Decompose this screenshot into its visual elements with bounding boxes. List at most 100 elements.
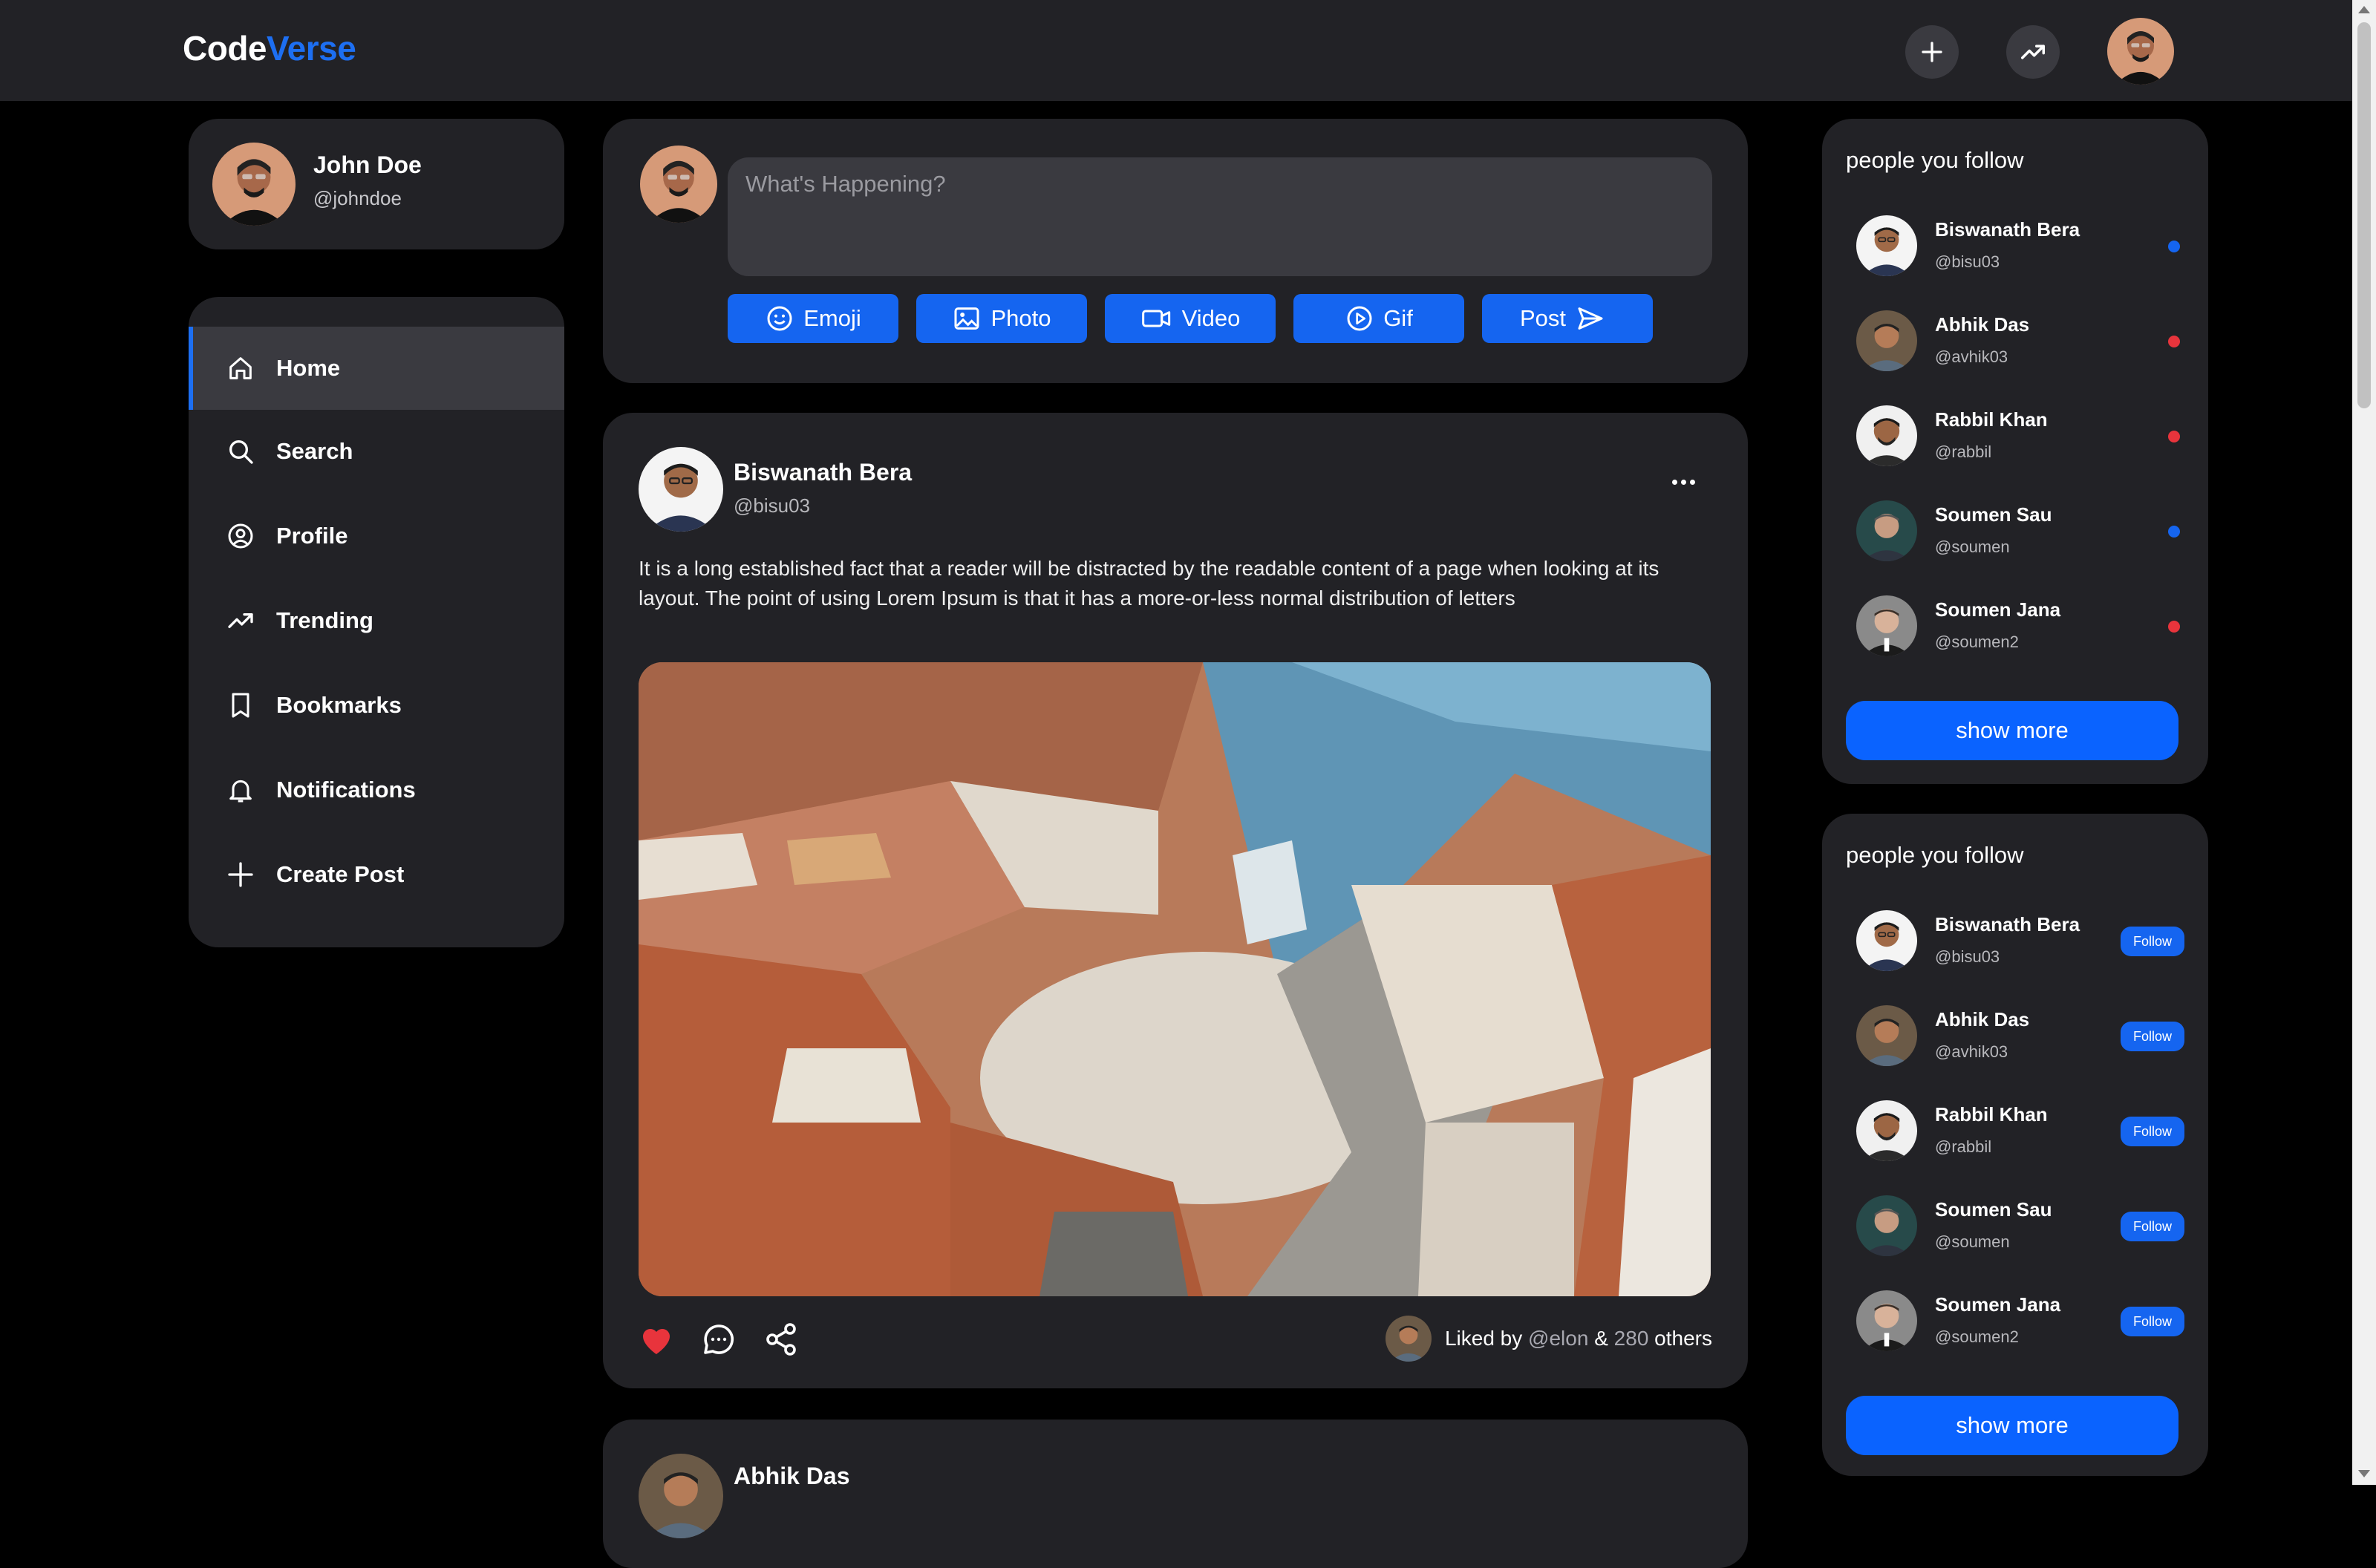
avatar bbox=[1856, 310, 1917, 371]
post-label: Post bbox=[1519, 305, 1567, 331]
post-card: Abhik Das bbox=[603, 1420, 1748, 1568]
person-name: Rabbil Khan bbox=[1935, 408, 2048, 431]
person-handle: @avhik03 bbox=[1935, 347, 2008, 366]
emoji-button[interactable]: Emoji bbox=[728, 294, 898, 343]
trending-button[interactable] bbox=[2006, 25, 2060, 79]
status-dot bbox=[2168, 241, 2180, 252]
list-item[interactable]: Soumen Sau @soumen Follow bbox=[1856, 1195, 2184, 1270]
photo-button[interactable]: Photo bbox=[916, 294, 1087, 343]
avatar bbox=[1856, 215, 1917, 276]
post-composer: Emoji Photo Video Gif Post bbox=[603, 119, 1748, 383]
emoji-icon bbox=[767, 306, 792, 331]
post-author[interactable]: Biswanath Bera bbox=[734, 459, 912, 486]
trending-icon bbox=[2021, 45, 2045, 59]
follow-button[interactable]: Follow bbox=[2121, 1212, 2184, 1241]
sidebar-item-notifications[interactable]: Notifications bbox=[189, 748, 564, 832]
list-item[interactable]: Soumen Sau @soumen bbox=[1856, 500, 2183, 575]
sidebar-item-label: Notifications bbox=[276, 777, 416, 803]
person-name: Soumen Jana bbox=[1935, 598, 2061, 621]
trending-icon bbox=[228, 613, 253, 628]
avatar bbox=[1856, 1005, 1917, 1066]
profile-card[interactable]: John Doe @johndoe bbox=[189, 119, 564, 249]
sidebar-item-profile[interactable]: Profile bbox=[189, 494, 564, 578]
photo-label: Photo bbox=[990, 305, 1051, 331]
list-item[interactable]: Abhik Das @avhik03 Follow bbox=[1856, 1005, 2184, 1079]
list-item[interactable]: Rabbil Khan @rabbil Follow bbox=[1856, 1100, 2184, 1175]
list-item[interactable]: Abhik Das @avhik03 bbox=[1856, 310, 2183, 385]
more-options-icon[interactable] bbox=[1672, 480, 1695, 485]
plus-icon bbox=[1922, 42, 1942, 62]
avatar[interactable] bbox=[639, 447, 723, 532]
scroll-down-icon[interactable] bbox=[2358, 1470, 2370, 1477]
person-name: Soumen Sau bbox=[1935, 1198, 2052, 1221]
list-item[interactable]: Rabbil Khan @rabbil bbox=[1856, 405, 2183, 480]
send-icon bbox=[1578, 307, 1603, 330]
avatar bbox=[1856, 500, 1917, 561]
avatar[interactable] bbox=[639, 1454, 723, 1538]
scrollbar-thumb[interactable] bbox=[2357, 22, 2371, 408]
person-handle: @soumen bbox=[1935, 538, 2010, 556]
create-button[interactable] bbox=[1905, 25, 1959, 79]
top-bar: CodeVerse bbox=[0, 0, 2352, 101]
status-dot bbox=[2168, 336, 2180, 347]
person-handle: @soumen2 bbox=[1935, 1327, 2019, 1346]
app-logo[interactable]: CodeVerse bbox=[183, 28, 356, 68]
person-name: Abhik Das bbox=[1935, 313, 2030, 336]
person-name: Rabbil Khan bbox=[1935, 1103, 2048, 1126]
show-more-button[interactable]: show more bbox=[1846, 701, 2178, 760]
list-item[interactable]: Soumen Jana @soumen2 Follow bbox=[1856, 1290, 2184, 1365]
video-button[interactable]: Video bbox=[1105, 294, 1276, 343]
liked-prefix: Liked by bbox=[1444, 1327, 1523, 1350]
liked-user[interactable]: @elon bbox=[1528, 1327, 1588, 1350]
post-handle[interactable]: @bisu03 bbox=[734, 494, 810, 517]
person-handle: @soumen bbox=[1935, 1232, 2010, 1251]
person-handle: @bisu03 bbox=[1935, 252, 2000, 271]
follow-button[interactable]: Follow bbox=[2121, 927, 2184, 956]
person-name: Soumen Sau bbox=[1935, 503, 2052, 526]
list-item[interactable]: Biswanath Bera @bisu03 Follow bbox=[1856, 910, 2184, 984]
post-button[interactable]: Post bbox=[1482, 294, 1653, 343]
post-author[interactable]: Abhik Das bbox=[734, 1463, 849, 1490]
avatar bbox=[1386, 1316, 1432, 1362]
person-handle: @bisu03 bbox=[1935, 947, 2000, 966]
person-name: Biswanath Bera bbox=[1935, 218, 2080, 241]
bell-icon bbox=[229, 780, 252, 803]
share-icon[interactable] bbox=[763, 1322, 799, 1357]
post-image[interactable] bbox=[639, 662, 1711, 1296]
plus-icon bbox=[228, 862, 253, 887]
heart-icon[interactable] bbox=[639, 1323, 674, 1356]
sidebar-item-home[interactable]: Home bbox=[189, 327, 564, 410]
user-avatar[interactable] bbox=[2107, 18, 2174, 85]
status-dot bbox=[2168, 526, 2180, 538]
sidebar-item-search[interactable]: Search bbox=[189, 410, 564, 493]
sidebar-item-label: Home bbox=[276, 355, 341, 381]
scroll-up-icon[interactable] bbox=[2358, 6, 2370, 13]
show-more-button[interactable]: show more bbox=[1846, 1396, 2178, 1455]
person-handle: @avhik03 bbox=[1935, 1042, 2008, 1061]
following-title: people you follow bbox=[1846, 147, 2024, 173]
logo-verse: Verse bbox=[267, 29, 356, 68]
list-item[interactable]: Soumen Jana @soumen2 bbox=[1856, 595, 2183, 670]
comment-icon[interactable] bbox=[701, 1322, 737, 1357]
status-dot bbox=[2168, 621, 2180, 633]
gif-icon bbox=[1347, 306, 1372, 331]
gif-button[interactable]: Gif bbox=[1293, 294, 1464, 343]
logo-code: Code bbox=[183, 29, 267, 68]
avatar bbox=[1856, 1290, 1917, 1351]
gif-label: Gif bbox=[1383, 305, 1413, 331]
liked-amp: & bbox=[1594, 1327, 1608, 1350]
profile-icon bbox=[228, 523, 253, 549]
sidebar-item-create-post[interactable]: Create Post bbox=[189, 833, 564, 916]
avatar bbox=[212, 143, 296, 226]
sidebar-item-trending[interactable]: Trending bbox=[189, 579, 564, 662]
list-item[interactable]: Biswanath Bera @bisu03 bbox=[1856, 215, 2183, 290]
follow-button[interactable]: Follow bbox=[2121, 1307, 2184, 1336]
composer-input[interactable] bbox=[728, 157, 1712, 276]
likes-summary[interactable]: Liked by @elon & 280 others bbox=[1386, 1316, 1712, 1362]
video-icon bbox=[1141, 310, 1170, 327]
sidebar-item-bookmarks[interactable]: Bookmarks bbox=[189, 664, 564, 747]
follow-button[interactable]: Follow bbox=[2121, 1117, 2184, 1146]
sidebar-item-label: Bookmarks bbox=[276, 692, 402, 718]
follow-button[interactable]: Follow bbox=[2121, 1022, 2184, 1051]
liked-suffix: others bbox=[1654, 1327, 1712, 1350]
